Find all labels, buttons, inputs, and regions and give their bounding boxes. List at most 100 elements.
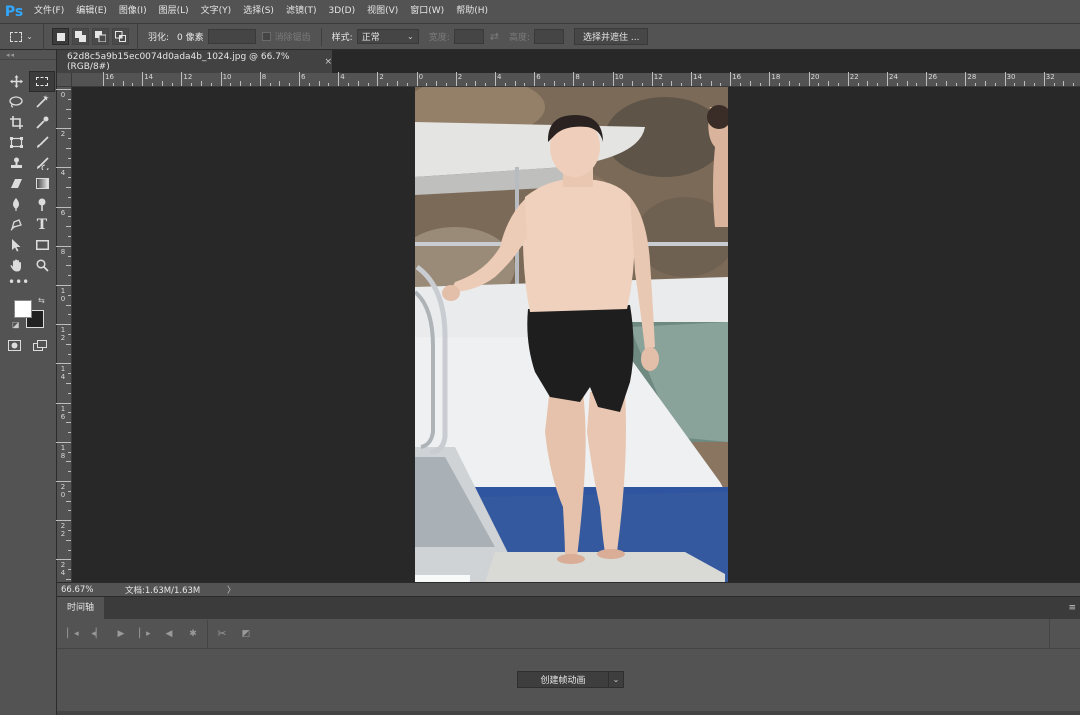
ruler-major-tick (142, 72, 144, 86)
ruler-minor-tick (789, 81, 790, 86)
frame-tool-icon[interactable] (3, 133, 29, 154)
vertical-ruler[interactable]: 0 2 4 6 8 1 0 1 2 1 4 1 6 1 8 2 0 2 2 2 4 (56, 87, 72, 590)
panel-grip[interactable]: ◂◂ (0, 50, 56, 60)
eyedropper-tool-icon[interactable] (29, 112, 55, 133)
ruler-minor-tick (661, 83, 663, 86)
path-selection-tool-icon[interactable] (3, 235, 29, 256)
select-and-mask-button[interactable]: 选择并遮住 ... (574, 28, 649, 45)
stamp-tool-icon[interactable] (3, 153, 29, 174)
menu-help[interactable]: 帮助(H) (450, 0, 494, 23)
ruler-label: 2 (457, 73, 463, 81)
width-input[interactable] (453, 29, 484, 44)
ruler-minor-tick (779, 83, 781, 86)
settings-gear-icon[interactable]: ✱ (181, 629, 205, 639)
screen-mode-icon[interactable] (33, 340, 47, 354)
zoom-level[interactable]: 66.67% (57, 585, 115, 595)
add-to-selection-button[interactable] (72, 28, 89, 45)
tool-preset-picker[interactable]: ⌄ (0, 23, 44, 50)
ruler-minor-tick (514, 81, 516, 86)
ruler-minor-tick (348, 83, 349, 86)
foreground-color-swatch[interactable] (14, 300, 32, 318)
marquee-preset-icon (10, 31, 23, 42)
chevron-down-icon[interactable]: ⌄ (609, 671, 624, 688)
default-colors-icon[interactable]: ◪ (12, 320, 20, 329)
ruler-minor-tick (66, 461, 71, 463)
dodge-tool-icon[interactable] (29, 194, 55, 215)
play-icon[interactable]: ▶ (109, 629, 133, 639)
pen-tool-icon[interactable] (3, 215, 29, 236)
canvas-area[interactable] (72, 87, 1080, 582)
menu-filter[interactable]: 滤镜(T) (280, 0, 323, 23)
ruler-minor-tick (66, 343, 71, 345)
timeline-scrollbar[interactable] (57, 711, 1080, 715)
ruler-label: 8 (60, 247, 66, 256)
history-brush-tool-icon[interactable] (29, 153, 55, 174)
intersect-selection-icon (115, 31, 126, 42)
document-image[interactable] (415, 87, 728, 582)
more-tools-icon[interactable]: ••• (0, 276, 56, 294)
menu-image[interactable]: 图像(I) (113, 0, 153, 23)
ruler-label: 6 (301, 73, 306, 81)
ruler-minor-tick (289, 83, 291, 86)
antialias-checkbox[interactable] (261, 32, 271, 41)
new-selection-button[interactable] (52, 28, 69, 45)
menu-3d[interactable]: 3D(D) (322, 0, 361, 23)
status-menu-arrow[interactable]: 〉 (225, 584, 236, 596)
ruler-minor-tick (112, 83, 114, 86)
go-to-first-frame-icon[interactable]: ▏◂ (61, 629, 85, 639)
menu-type[interactable]: 文字(Y) (195, 0, 238, 23)
move-tool-icon[interactable] (3, 71, 29, 92)
swap-dimensions-icon[interactable]: ⇄ (484, 30, 505, 43)
type-tool-icon[interactable]: T (29, 215, 55, 236)
zoom-tool-icon[interactable] (29, 256, 55, 277)
swap-colors-icon[interactable]: ⇆ (38, 296, 45, 305)
create-frame-animation-button[interactable]: 创建帧动画 (517, 671, 609, 688)
menu-select[interactable]: 选择(S) (237, 0, 280, 23)
ruler-minor-tick (68, 549, 71, 551)
brush-tool-icon[interactable] (29, 133, 55, 154)
feather-value[interactable]: 0 像素 (173, 30, 208, 43)
ruler-major-tick (534, 72, 536, 86)
ruler-origin[interactable] (57, 73, 72, 87)
timeline-tab[interactable]: 时间轴 (57, 597, 105, 619)
panel-menu-icon[interactable]: ≡ (1068, 603, 1076, 613)
crop-tool-icon[interactable] (3, 112, 29, 133)
menu-window[interactable]: 窗口(W) (404, 0, 450, 23)
magic-wand-tool-icon[interactable] (29, 92, 55, 113)
menu-view[interactable]: 视图(V) (361, 0, 404, 23)
menu-file[interactable]: 文件(F) (28, 0, 70, 23)
quick-mask-icon[interactable] (8, 340, 21, 354)
intersect-selection-button[interactable] (112, 28, 129, 45)
document-tab[interactable]: 62d8c5a9b15ec0074d0ada4b_1024.jpg @ 66.7… (57, 50, 332, 73)
ruler-minor-tick (68, 118, 71, 120)
audio-icon[interactable]: ◀ (157, 629, 181, 639)
blur-tool-icon[interactable] (3, 194, 29, 215)
gradient-tool-icon[interactable] (29, 174, 55, 195)
previous-frame-icon[interactable]: ◂▏ (85, 629, 109, 639)
eraser-tool-icon[interactable] (3, 174, 29, 195)
ruler-minor-tick (68, 373, 71, 375)
style-select[interactable]: 正常 ⌄ (356, 29, 419, 44)
feather-input[interactable] (207, 29, 256, 44)
rectangle-tool-icon[interactable] (29, 235, 55, 256)
hand-tool-icon[interactable] (3, 256, 29, 277)
menu-layer[interactable]: 图层(L) (153, 0, 195, 23)
ruler-minor-tick (1014, 83, 1016, 86)
lasso-tool-icon[interactable] (3, 92, 29, 113)
subtract-from-selection-button[interactable] (92, 28, 109, 45)
close-icon[interactable]: × (324, 57, 332, 67)
ruler-minor-tick (828, 81, 830, 86)
ruler-minor-tick (68, 196, 71, 198)
ruler-major-tick (299, 72, 300, 86)
options-bar: ⌄ 羽化: 0 像素 消除锯齿 样式: 正常 ⌄ 宽度: ⇄ 高度: 选择并遮住… (0, 23, 1080, 50)
ruler-label: 8 (575, 73, 580, 81)
split-scissors-icon[interactable]: ✂ (210, 627, 234, 640)
ruler-label: 4 (497, 73, 502, 81)
horizontal-ruler[interactable]: 16 14 12 10 8 6 4 2 0 2 4 6 8 10 12 14 16 18 20 22 24 26 28 30 3… (72, 72, 1080, 87)
ruler-minor-tick (857, 83, 859, 86)
rectangular-marquee-tool-icon[interactable] (29, 71, 55, 92)
transition-icon[interactable]: ◩ (234, 629, 258, 639)
height-input[interactable] (534, 29, 565, 44)
next-frame-icon[interactable]: ▏▸ (133, 629, 157, 639)
menu-edit[interactable]: 编辑(E) (70, 0, 113, 23)
